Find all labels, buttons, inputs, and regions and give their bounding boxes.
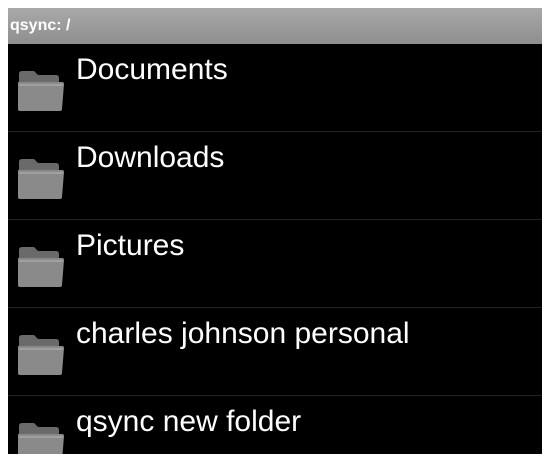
folder-name: Documents: [76, 53, 228, 86]
folder-row-downloads[interactable]: Downloads: [8, 132, 542, 220]
folder-icon: [18, 247, 64, 287]
folder-list: Documents Downloads Pictures charles joh…: [8, 44, 542, 454]
folder-row-documents[interactable]: Documents: [8, 44, 542, 132]
folder-row-pictures[interactable]: Pictures: [8, 220, 542, 308]
folder-icon: [18, 335, 64, 375]
folder-row-charles-johnson-personal[interactable]: charles johnson personal: [8, 308, 542, 396]
folder-icon: [18, 159, 64, 199]
path-title: qsync: /: [10, 17, 71, 34]
folder-icon: [18, 423, 64, 454]
folder-row-qsync-new-folder[interactable]: qsync new folder: [8, 396, 542, 454]
page: qsync: / Documents Downloads Pictures ch…: [0, 0, 548, 462]
folder-icon: [18, 71, 64, 111]
title-bar: qsync: /: [8, 8, 542, 44]
folder-name: charles johnson personal: [76, 317, 410, 350]
folder-name: qsync new folder: [76, 405, 302, 438]
file-browser-screen: qsync: / Documents Downloads Pictures ch…: [8, 8, 542, 454]
folder-name: Pictures: [76, 229, 185, 262]
folder-name: Downloads: [76, 141, 225, 174]
